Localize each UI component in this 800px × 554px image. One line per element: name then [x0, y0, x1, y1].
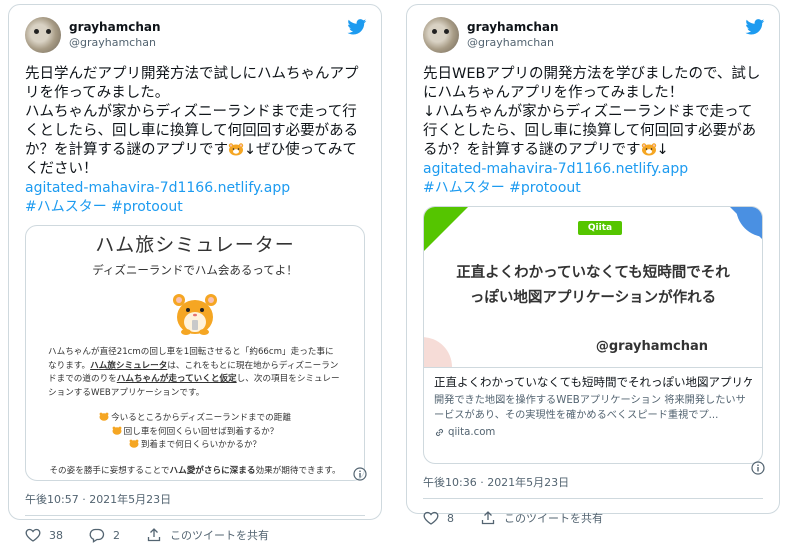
share-upload-icon: [481, 511, 495, 525]
reply-count: 2: [113, 528, 120, 542]
tweet-actions: 8 このツイートを共有: [423, 499, 763, 537]
timestamp[interactable]: 午後10:36 · 2021年5月23日: [423, 474, 763, 490]
avatar[interactable]: [25, 17, 61, 53]
card-image: Qiita 正直よくわかっていなくても短時間でそれっぽい地図アプリケーションが作…: [424, 207, 762, 367]
card-closing: その姿を勝手に妄想することでハム愛がさらに深まる効果が期待できます。: [40, 465, 350, 479]
info-icon[interactable]: [751, 461, 765, 475]
card-image-title: 正直よくわかっていなくても短時間でそれっぽい地図アプリケーションが作れる: [456, 265, 730, 306]
card-description: ハムちゃんが直径21cmの回し車を1回転させると「約66cm」走った事になります…: [40, 346, 350, 400]
app-link[interactable]: agitated-mahavira-7d1166.netlify.app: [423, 160, 763, 179]
card-title: ハム旅シミュレーター: [95, 234, 295, 256]
share-label: このツイートを共有: [504, 512, 603, 525]
avatar[interactable]: [423, 17, 459, 53]
display-name[interactable]: grayhamchan: [69, 20, 161, 35]
info-icon[interactable]: [353, 467, 367, 481]
card-closing-bold: ハム愛がさらに深まる: [169, 465, 256, 476]
card-info: 正直よくわかっていなくても短時間でそれっぽい地図アプリケ... 開発できた地図を…: [424, 367, 762, 446]
card-desc-bold-2: ハムちゃんが走っていくと仮定: [116, 374, 237, 384]
card-domain-text: qiita.com: [448, 427, 496, 438]
tweet-actions: 38 2 このツイートを共有: [25, 516, 365, 554]
hamster-emoji-icon: [228, 143, 244, 156]
tweet-text: 先日WEBアプリの開発方法を学びましたので、試しにハムちゃんアプリを作ってみまし…: [423, 65, 763, 160]
hamster-bullet-icon: [112, 426, 122, 435]
share-button[interactable]: このツイートを共有: [480, 510, 603, 526]
display-name[interactable]: grayhamchan: [467, 20, 559, 35]
user-handle[interactable]: @grayhamchan: [69, 35, 161, 50]
qiita-logo: Qiita: [578, 221, 622, 235]
link-icon: [435, 428, 444, 437]
share-label: このツイートを共有: [170, 529, 269, 542]
card-image-user: @grayhamchan: [595, 339, 708, 354]
card-closing-part-2: 効果が期待できます。: [255, 465, 341, 476]
hashtags[interactable]: #ハムスター #protoout: [25, 198, 365, 217]
timestamp[interactable]: 午後10:57 · 2021年5月23日: [25, 491, 365, 507]
list-item-text: 回し車を何回くらい回せば到着するか？: [123, 426, 279, 437]
list-item: 回し車を何回くらい回せば到着するか？: [40, 426, 350, 440]
card-subtitle: ディズニーランドでハム会あるってよ！: [92, 263, 298, 277]
tweet-text: 先日学んだアプリ開発方法で試しにハムちゃんアプリを作ってみました。 ハムちゃんが…: [25, 65, 365, 179]
hamster-emoji-icon: [641, 143, 656, 156]
app-preview-card[interactable]: ハム旅シミュレーター ディズニーランドでハム会あるってよ！ ハムちゃんが直径21…: [25, 225, 365, 481]
card-domain: qiita.com: [434, 425, 752, 440]
tweet-header: grayhamchan @grayhamchan: [25, 15, 365, 55]
share-upload-icon: [147, 528, 161, 542]
hamster-bullet-icon: [99, 412, 109, 421]
reply-bubble-icon: [89, 528, 105, 543]
tweet-card-1[interactable]: grayhamchan @grayhamchan 先日学んだアプリ開発方法で試し…: [8, 4, 382, 543]
like-button[interactable]: 8: [423, 510, 454, 526]
like-count: 8: [447, 511, 454, 525]
qiita-link-card[interactable]: Qiita 正直よくわかっていなくても短時間でそれっぽい地図アプリケーションが作…: [423, 206, 763, 464]
user-handle[interactable]: @grayhamchan: [467, 35, 559, 50]
list-item: 到着まで何日くらいかかるか？: [40, 439, 350, 453]
author-names[interactable]: grayhamchan @grayhamchan: [69, 20, 161, 50]
list-item-text: 到着まで何日くらいかかるか？: [140, 440, 262, 450]
card-desc-bold-1: ハム旅シミュレータ: [90, 360, 168, 371]
share-button[interactable]: このツイートを共有: [146, 527, 269, 543]
app-link[interactable]: agitated-mahavira-7d1166.netlify.app: [25, 179, 365, 198]
card-closing-part-1: その姿を勝手に妄想することで: [49, 465, 170, 476]
reply-button[interactable]: 2: [89, 527, 120, 543]
twitter-bird-icon[interactable]: [347, 19, 367, 35]
twitter-bird-icon[interactable]: [745, 19, 765, 35]
like-button[interactable]: 38: [25, 527, 63, 543]
like-count: 38: [49, 528, 63, 542]
card-feature-list: 今いるところからディズニーランドまでの距離 回し車を何回くらい回せば到着するか？…: [40, 412, 350, 453]
tweet-text-main: 先日WEBアプリの開発方法を学びましたので、試しにハムちゃんアプリを作ってみまし…: [423, 66, 761, 158]
card-title: 正直よくわかっていなくても短時間でそれっぽい地図アプリケ...: [434, 375, 752, 389]
tweet-text-tail: ↓: [656, 142, 669, 158]
card-description: 開発できた地図を操作するWEBアプリケーション 将来開発したいサービスがあり、そ…: [434, 395, 746, 421]
author-names[interactable]: grayhamchan @grayhamchan: [467, 20, 559, 50]
heart-icon: [25, 528, 41, 542]
tweet-card-2[interactable]: grayhamchan @grayhamchan 先日WEBアプリの開発方法を学…: [406, 4, 780, 525]
hamster-illustration-icon: [173, 294, 217, 335]
hamster-bullet-icon: [129, 439, 139, 448]
heart-icon: [423, 511, 439, 525]
list-item: 今いるところからディズニーランドまでの距離: [40, 412, 350, 426]
list-item-text: 今いるところからディズニーランドまでの距離: [111, 413, 291, 423]
tweet-header: grayhamchan @grayhamchan: [423, 15, 763, 55]
hashtags[interactable]: #ハムスター #protoout: [423, 179, 763, 198]
